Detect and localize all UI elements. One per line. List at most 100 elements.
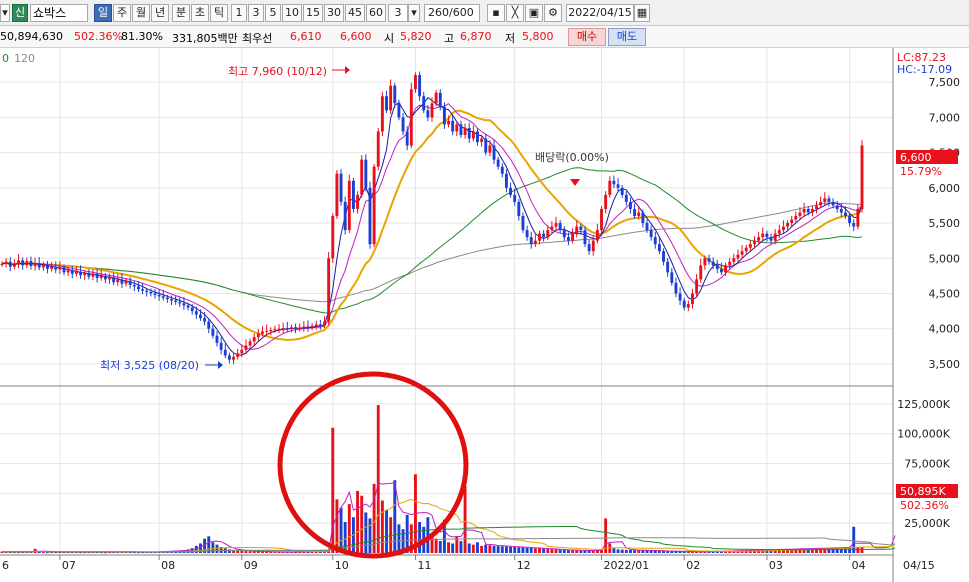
candle-body [769, 237, 773, 241]
stock-name-input[interactable]: 쇼박스 [30, 4, 88, 22]
volume-bar [335, 499, 339, 553]
candle-body [314, 324, 318, 326]
interval-3-button[interactable]: 3 [248, 4, 264, 22]
candle-body [70, 270, 74, 274]
candle-body [724, 265, 728, 273]
candle-body [199, 314, 202, 319]
volume-bar [641, 550, 645, 553]
buy-button[interactable]: 매수 [568, 28, 606, 46]
period-week-button[interactable]: 주 [113, 4, 131, 22]
axis-labels: 7,5007,0006,5006,0005,5005,0004,5004,000… [2, 76, 960, 572]
candle-body [562, 230, 566, 238]
volume-bar [476, 542, 479, 553]
volume-bar [343, 521, 347, 553]
period-minute-button[interactable]: 분 [172, 4, 190, 22]
candle-body [856, 208, 860, 227]
candle-body [740, 251, 744, 255]
volume-bar [558, 549, 562, 553]
volume-bar [509, 546, 513, 553]
candle-body [236, 353, 240, 357]
volume-bar [633, 550, 637, 553]
candle-body [211, 328, 215, 336]
candle-body [306, 326, 310, 328]
bid-price: 6,600 [340, 30, 372, 43]
volume-bar [488, 545, 492, 553]
volume-bar [546, 548, 550, 553]
candle-body [174, 300, 178, 302]
interval-10-button[interactable]: 10 [282, 4, 302, 22]
interval-30-button[interactable]: 30 [324, 4, 344, 22]
candle-body [120, 279, 124, 284]
candle-body [194, 311, 198, 315]
date-input[interactable]: 2022/04/15 [566, 4, 634, 22]
candle-body [554, 223, 558, 227]
candle-body [753, 240, 756, 245]
candle-body [116, 279, 120, 283]
volume-bar [496, 546, 500, 553]
interval-5-button[interactable]: 5 [265, 4, 281, 22]
data-count-input[interactable]: 260/600 [424, 4, 480, 22]
volume-tick-label: 125,000K [897, 398, 950, 411]
hc-label: HC:-17.09 [897, 63, 952, 76]
period-year-button[interactable]: 년 [151, 4, 169, 22]
interval-60-button[interactable]: 60 [366, 4, 386, 22]
candle-body [471, 131, 475, 139]
candle-body [711, 261, 715, 266]
candle-body [595, 230, 599, 241]
current-change-value: 15.79% [900, 165, 942, 178]
candle-body [860, 145, 864, 209]
candle-body [244, 345, 248, 350]
price-volume-chart[interactable]: 7,5007,0006,5006,0005,5005,0004,5004,000… [0, 48, 969, 582]
candle-body [87, 273, 91, 277]
interval-15-button[interactable]: 15 [303, 4, 323, 22]
calendar-icon[interactable]: ▦ [634, 4, 650, 22]
candle-body [476, 131, 479, 143]
candle-body [657, 244, 661, 252]
draw-tool-icon[interactable]: ╳ [506, 4, 524, 22]
candle-body [227, 355, 231, 360]
candle-body [343, 201, 347, 231]
candle-body [852, 223, 856, 227]
period-tick-button[interactable]: 틱 [210, 4, 228, 22]
candle-body [426, 110, 430, 118]
menu-dropdown-icon[interactable]: ▾ [0, 4, 10, 22]
candle-style-icon[interactable]: ▪ [487, 4, 505, 22]
candle-body [757, 237, 761, 241]
candle-body [839, 208, 843, 213]
candle-body [46, 264, 49, 269]
volume-bar [856, 547, 860, 553]
candle-body [397, 103, 401, 118]
month-label: 10 [335, 559, 349, 572]
period-day-button[interactable]: 일 [94, 4, 112, 22]
period-month-button[interactable]: 월 [132, 4, 150, 22]
settings-gear-icon[interactable]: ⚙ [544, 4, 562, 22]
candle-body [715, 265, 719, 269]
interval-1-button[interactable]: 1 [231, 4, 247, 22]
ma-line-60 [1, 167, 863, 314]
candle-body [521, 216, 525, 231]
candle-body [695, 279, 699, 294]
candle-body [161, 296, 165, 298]
volume-bar [380, 500, 384, 553]
candle-body [691, 293, 694, 305]
volume-bar [451, 543, 455, 553]
price-tick-label: 5,000 [929, 252, 961, 265]
volume-bar [500, 546, 504, 553]
candle-body [66, 270, 70, 273]
candle-body [604, 194, 608, 209]
candle-body [145, 290, 149, 293]
volume-bar [368, 518, 372, 553]
candle-body [546, 230, 550, 238]
save-icon[interactable]: ▣ [525, 4, 543, 22]
candle-body [575, 226, 579, 234]
candle-body [265, 330, 269, 332]
volume-bar [525, 547, 529, 553]
period-second-button[interactable]: 초 [191, 4, 209, 22]
interval-custom-input[interactable]: 3 [388, 4, 408, 22]
interval-45-button[interactable]: 45 [345, 4, 365, 22]
interval-dropdown-icon[interactable]: ▾ [408, 4, 420, 22]
candle-body [500, 166, 504, 174]
open-price: 5,820 [400, 30, 432, 43]
sell-button[interactable]: 매도 [608, 28, 646, 46]
open-label: 시 [384, 32, 395, 45]
